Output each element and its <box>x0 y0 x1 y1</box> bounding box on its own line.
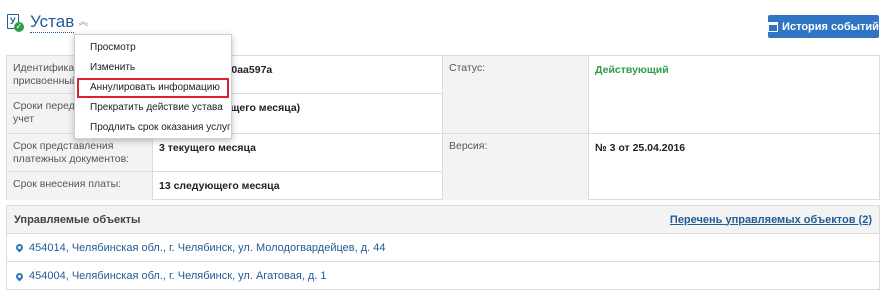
payment-label-text: Срок внесения платы: <box>13 178 122 190</box>
list-item[interactable]: 454014, Челябинская обл., г. Челябинск, … <box>7 234 879 262</box>
payment-docs-value: 3 текущего месяца <box>153 134 443 172</box>
history-button-label: История событий <box>782 20 879 33</box>
context-menu: Просмотр Изменить Аннулировать информаци… <box>74 34 232 139</box>
object-address[interactable]: 454004, Челябинская обл., г. Челябинск, … <box>29 270 327 282</box>
page-header: У ✓ Устав ︽ <box>6 12 88 33</box>
document-check-icon: У ✓ <box>6 13 24 33</box>
version-value: № 3 от 25.04.2016 <box>589 134 879 200</box>
status-badge: Действующий <box>595 64 669 76</box>
page-title[interactable]: Устав <box>30 12 75 33</box>
payment-docs-label-text: Срок представления платежных документов: <box>13 140 130 165</box>
payment-docs-label: Срок представления платежных документов: <box>7 134 153 172</box>
menu-item-extend[interactable]: Продлить срок оказания услуг <box>75 118 231 138</box>
map-pin-icon <box>14 242 25 253</box>
version-label: Версия: <box>443 134 589 200</box>
history-button[interactable]: История событий <box>768 15 879 38</box>
payment-value-text: 13 следующего месяца <box>159 180 280 192</box>
managed-objects-panel: Управляемые объекты Перечень управляемых… <box>6 205 880 290</box>
menu-item-terminate[interactable]: Прекратить действие устава <box>75 98 231 118</box>
managed-objects-header: Управляемые объекты Перечень управляемых… <box>7 206 879 234</box>
payment-docs-value-text: 3 текущего месяца <box>159 142 256 154</box>
status-label-text: Статус: <box>449 62 486 74</box>
status-label: Статус: <box>443 56 589 134</box>
version-value-text: № 3 от 25.04.2016 <box>595 142 686 154</box>
object-address[interactable]: 454014, Челябинская обл., г. Челябинск, … <box>29 242 386 254</box>
payment-label: Срок внесения платы: <box>7 172 153 200</box>
menu-item-view[interactable]: Просмотр <box>75 38 231 58</box>
chevron-up-double-icon[interactable]: ︽ <box>78 17 88 28</box>
menu-item-annul[interactable]: Аннулировать информацию <box>77 78 229 98</box>
menu-item-edit[interactable]: Изменить <box>75 58 231 78</box>
map-pin-icon <box>14 271 25 281</box>
payment-value: 13 следующего месяца <box>153 172 443 200</box>
calendar-icon <box>768 21 779 32</box>
managed-objects-title: Управляемые объекты <box>14 213 141 226</box>
list-item[interactable]: 454004, Челябинская обл., г. Челябинск, … <box>7 262 879 290</box>
managed-objects-link[interactable]: Перечень управляемых объектов (2) <box>670 214 872 226</box>
status-value: Действующий <box>589 56 879 134</box>
version-label-text: Версия: <box>449 140 488 152</box>
